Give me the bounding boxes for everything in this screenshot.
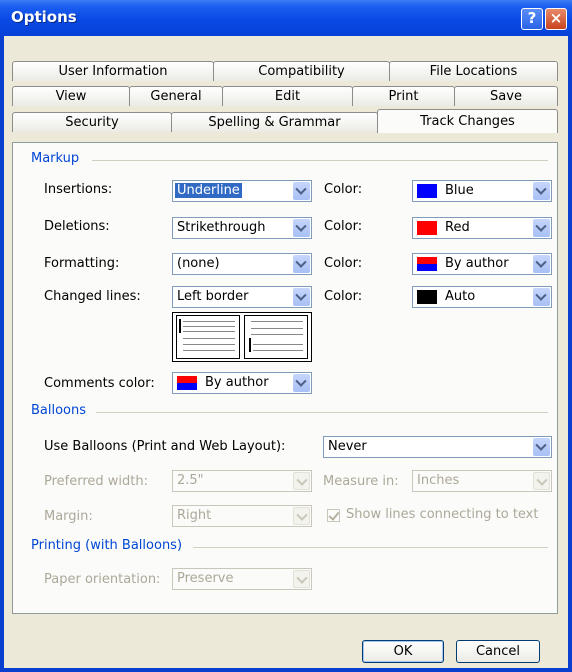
markup-heading: Markup [31, 151, 80, 166]
preview-right-page [244, 315, 308, 359]
chevron-down-icon[interactable] [293, 570, 310, 588]
paper-orientation-value: Preserve [177, 571, 234, 586]
measure-in-value: Inches [417, 473, 460, 488]
tab-edit[interactable]: Edit [222, 86, 353, 106]
tab-row-2: View General Edit Print Save [12, 86, 558, 106]
preferred-width-value: 2.5" [177, 473, 204, 488]
by-author-swatch [177, 376, 197, 390]
close-icon[interactable]: × [545, 8, 567, 30]
measure-in-label: Measure in: [323, 474, 399, 489]
help-icon[interactable]: ? [521, 8, 543, 30]
tab-file-locations[interactable]: File Locations [389, 61, 558, 81]
preview-left-page [176, 315, 240, 359]
use-balloons-label: Use Balloons (Print and Web Layout): [44, 439, 286, 454]
chevron-down-icon[interactable] [293, 374, 310, 392]
tab-spelling-grammar[interactable]: Spelling & Grammar [171, 112, 378, 132]
auto-swatch [417, 290, 437, 304]
markup-divider [92, 160, 548, 161]
formatting-value: (none) [177, 256, 220, 271]
chevron-down-icon[interactable] [533, 182, 550, 200]
formatting-color-dropdown[interactable]: By author [412, 253, 552, 275]
measure-in-dropdown[interactable]: Inches [412, 470, 552, 492]
ok-button[interactable]: OK [362, 640, 444, 663]
printing-divider [193, 547, 548, 548]
paper-orientation-dropdown[interactable]: Preserve [172, 568, 312, 590]
deletions-value: Strikethrough [177, 220, 266, 235]
chevron-down-icon[interactable] [293, 182, 310, 200]
tab-compatibility[interactable]: Compatibility [213, 61, 390, 81]
by-author-swatch [417, 257, 437, 271]
chevron-down-icon[interactable] [533, 219, 550, 237]
changed-lines-value: Left border [177, 289, 249, 304]
paper-orientation-label: Paper orientation: [44, 572, 161, 587]
insertions-value: Underline [175, 183, 242, 198]
insertions-color-value: Blue [445, 183, 474, 198]
tab-track-changes[interactable]: Track Changes [377, 109, 558, 133]
changed-lines-label: Changed lines: [44, 289, 141, 304]
tab-print[interactable]: Print [352, 86, 455, 106]
chevron-down-icon[interactable] [533, 472, 550, 490]
balloons-divider [96, 412, 548, 413]
tab-user-information[interactable]: User Information [12, 61, 214, 81]
deletions-color-value: Red [445, 220, 470, 235]
tab-general[interactable]: General [129, 86, 223, 106]
formatting-color-value: By author [445, 256, 509, 271]
chevron-down-icon[interactable] [293, 255, 310, 273]
comments-color-value: By author [205, 375, 269, 390]
tab-row-3: Security Spelling & Grammar Track Change… [12, 109, 558, 133]
chevron-down-icon[interactable] [293, 219, 310, 237]
formatting-color-label: Color: [324, 256, 363, 271]
preferred-width-spinner[interactable]: 2.5" [172, 470, 312, 492]
insertions-label: Insertions: [44, 182, 113, 197]
options-dialog: Options ? × User Information Compatibili… [0, 0, 572, 672]
changed-lines-color-value: Auto [445, 289, 476, 304]
blue-swatch [417, 184, 437, 198]
deletions-dropdown[interactable]: Strikethrough [172, 217, 312, 239]
deletions-label: Deletions: [44, 219, 110, 234]
chevron-down-icon[interactable] [533, 288, 550, 306]
margin-label: Margin: [44, 509, 93, 524]
comments-color-label: Comments color: [44, 376, 155, 391]
spinner-icon[interactable] [293, 472, 310, 490]
deletions-color-label: Color: [324, 219, 363, 234]
red-swatch [417, 221, 437, 235]
chevron-down-icon[interactable] [533, 438, 550, 456]
printing-heading: Printing (with Balloons) [31, 538, 183, 553]
chevron-down-icon[interactable] [533, 255, 550, 273]
cancel-button[interactable]: Cancel [456, 640, 540, 663]
tab-view[interactable]: View [12, 86, 130, 106]
insertions-color-dropdown[interactable]: Blue [412, 180, 552, 202]
changed-lines-color-label: Color: [324, 289, 363, 304]
show-lines-checkbox[interactable] [327, 509, 340, 522]
balloons-heading: Balloons [31, 403, 87, 418]
formatting-label: Formatting: [44, 256, 120, 271]
deletions-color-dropdown[interactable]: Red [412, 217, 552, 239]
show-lines-label: Show lines connecting to text [346, 507, 539, 522]
margin-dropdown[interactable]: Right [172, 505, 312, 527]
tab-security[interactable]: Security [12, 112, 172, 132]
chevron-down-icon[interactable] [293, 507, 310, 525]
changed-lines-color-dropdown[interactable]: Auto [412, 286, 552, 308]
formatting-dropdown[interactable]: (none) [172, 253, 312, 275]
chevron-down-icon[interactable] [293, 288, 310, 306]
insertions-color-label: Color: [324, 182, 363, 197]
insertions-dropdown[interactable]: Underline [172, 180, 312, 202]
title-bar[interactable]: Options ? × [0, 0, 572, 36]
tab-row-1: User Information Compatibility File Loca… [12, 61, 558, 81]
changed-lines-dropdown[interactable]: Left border [172, 286, 312, 308]
use-balloons-dropdown[interactable]: Never [323, 436, 552, 458]
window-title: Options [11, 8, 77, 26]
changed-lines-preview [172, 312, 312, 362]
margin-value: Right [177, 508, 212, 523]
preferred-width-label: Preferred width: [44, 474, 149, 489]
use-balloons-value: Never [328, 439, 367, 454]
tab-save[interactable]: Save [454, 86, 558, 106]
comments-color-dropdown[interactable]: By author [172, 372, 312, 394]
